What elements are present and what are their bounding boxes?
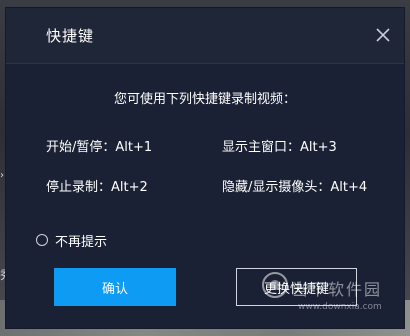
- close-icon[interactable]: [374, 26, 392, 44]
- shortcut-start-pause: 开始/暂停：Alt+1: [46, 140, 153, 155]
- dialog-titlebar: 快捷键: [6, 8, 404, 64]
- shortcut-show-main-window: 显示主窗口：Alt+3: [222, 140, 337, 155]
- dont-show-again-option[interactable]: 不再提示: [36, 232, 108, 250]
- shortcut-stop-recording: 停止录制：Alt+2: [46, 180, 148, 195]
- background-arrow: ›: [0, 170, 4, 181]
- shortcut-dialog: 快捷键 您可使用下列快捷键录制视频： 开始/暂停：Alt+1 停止录制：Alt+…: [6, 8, 404, 328]
- confirm-button[interactable]: 确认: [54, 268, 176, 306]
- dialog-intro-text: 您可使用下列快捷键录制视频：: [113, 92, 296, 107]
- radio-unchecked-icon[interactable]: [36, 234, 48, 246]
- dont-show-again-label: 不再提示: [55, 234, 108, 250]
- dialog-title: 快捷键: [46, 27, 95, 45]
- shortcut-toggle-camera: 隐藏/显示摄像头：Alt+4: [222, 180, 368, 195]
- change-shortcut-button[interactable]: 更换快捷键: [236, 268, 357, 306]
